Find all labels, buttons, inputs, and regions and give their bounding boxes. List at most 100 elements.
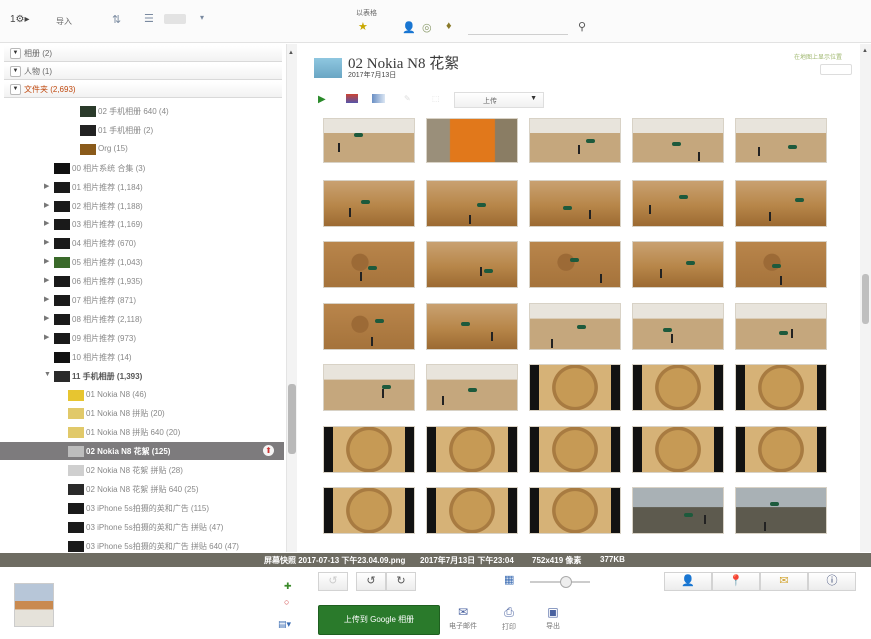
scroll-up-icon[interactable]: ▲ (288, 50, 296, 58)
blog-icon[interactable]: ✎ (404, 94, 411, 103)
expand-arrow-icon[interactable]: ▼ (44, 371, 51, 378)
expand-arrow-icon[interactable]: ▶ (44, 314, 49, 322)
photo-thumbnail[interactable] (529, 179, 621, 227)
photo-thumbnail[interactable] (323, 241, 415, 288)
photo-thumbnail[interactable] (323, 425, 415, 473)
chevron-down-icon[interactable]: ▾ (200, 13, 204, 22)
photo-thumbnail[interactable] (323, 302, 415, 350)
expand-arrow-icon[interactable]: ▶ (44, 333, 49, 341)
folder-row[interactable]: 02 Nokia N8 花絮 (125) ⬆ (0, 442, 284, 461)
search-input[interactable] (468, 22, 568, 35)
section-folders[interactable]: ▼ 文件夹 (2,693) (4, 82, 282, 98)
photo-thumbnail[interactable] (735, 364, 827, 411)
rotate-right-button[interactable]: ↻ (386, 572, 416, 591)
folder-row[interactable]: 02 手机相册 640 (4) (0, 102, 284, 120)
tag-button[interactable]: ✉ (760, 572, 808, 591)
photo-thumbnail[interactable] (529, 241, 621, 288)
expand-arrow-icon[interactable]: ▶ (44, 276, 49, 284)
thumbnail-size-slider[interactable] (164, 14, 186, 24)
folder-row[interactable]: ▶ 07 相片推荐 (871) (0, 291, 284, 309)
photo-thumbnail[interactable] (632, 425, 724, 473)
folder-row[interactable]: 03 iPhone 5s拍摄的英和广告 拼贴 (47) (0, 518, 284, 536)
expand-arrow-icon[interactable]: ▶ (44, 182, 49, 190)
photo-thumbnail[interactable] (735, 425, 827, 473)
video-filter-icon[interactable]: ◎ (422, 21, 432, 34)
folder-row[interactable]: Org (15) (0, 140, 284, 158)
import-button[interactable]: 导入 (56, 16, 72, 27)
clear-tray-icon[interactable]: ○ (284, 597, 289, 607)
photo-thumbnail[interactable] (323, 487, 415, 534)
add-to-album-icon[interactable]: ▤▾ (278, 619, 291, 630)
photo-thumbnail[interactable] (735, 487, 827, 534)
folder-row[interactable]: 01 Nokia N8 拼贴 640 (20) (0, 423, 284, 441)
star-filter-icon[interactable]: ★ (358, 20, 368, 33)
photo-thumbnail[interactable] (735, 118, 827, 163)
folder-row[interactable]: 02 Nokia N8 花絮 拼贴 640 (25) (0, 480, 284, 498)
photo-thumbnail[interactable] (735, 179, 827, 227)
folder-row[interactable]: 03 iPhone 5s拍摄的英和广告 (115) (0, 499, 284, 517)
folder-row[interactable]: ▶ 04 相片推荐 (670) (0, 234, 284, 252)
expand-arrow-icon[interactable]: ▼ (10, 84, 21, 95)
upload-status-icon[interactable]: ⬆ (263, 445, 274, 457)
scroll-up-icon[interactable]: ▲ (862, 48, 868, 54)
main-scroll-thumb[interactable] (862, 274, 869, 324)
folder-row[interactable]: 00 相片系统 合集 (3) (0, 159, 284, 177)
photo-thumbnail[interactable] (632, 179, 724, 227)
photo-thumbnail[interactable] (529, 118, 621, 163)
folder-row[interactable]: ▶ 02 相片推荐 (1,188) (0, 197, 284, 215)
folder-row[interactable]: ▶ 01 相片推荐 (1,184) (0, 178, 284, 196)
folder-row[interactable]: 03 iPhone 5s拍摄的英和广告 拼贴 640 (47) (0, 537, 284, 552)
expand-arrow-icon[interactable]: ▼ (10, 66, 21, 77)
photo-thumbnail[interactable] (323, 118, 415, 163)
folder-row[interactable]: ▶ 05 相片推荐 (1,043) (0, 253, 284, 271)
photo-thumbnail[interactable] (632, 487, 724, 534)
folder-row[interactable]: 10 相片推荐 (14) (0, 348, 284, 366)
sidebar-scrollbar[interactable]: ▲ (286, 44, 297, 552)
sort-icon[interactable]: ⇅ (112, 13, 121, 26)
export-button[interactable]: ▣ 导出 (538, 605, 568, 631)
photo-thumbnail[interactable] (323, 179, 415, 227)
folder-row[interactable]: 01 手机相册 (2) (0, 121, 284, 139)
pin-tray-icon[interactable]: ✚ (284, 581, 292, 592)
map-toggle-button[interactable] (820, 64, 852, 75)
photo-thumbnail[interactable] (426, 179, 518, 227)
show-on-map-link[interactable]: 在地图上显示位置 (794, 52, 842, 61)
photo-thumbnail[interactable] (529, 302, 621, 350)
photo-thumbnail[interactable] (323, 364, 415, 411)
location-button[interactable]: 📍 (712, 572, 760, 591)
expand-arrow-icon[interactable]: ▶ (44, 238, 49, 246)
rotate-left-button[interactable]: ↺ (356, 572, 386, 591)
photo-thumbnail[interactable] (426, 302, 518, 350)
expand-arrow-icon[interactable]: ▶ (44, 257, 49, 265)
photo-thumbnail[interactable] (632, 241, 724, 288)
size-slider-handle[interactable] (560, 576, 572, 588)
photo-thumbnail[interactable] (426, 425, 518, 473)
location-filter-icon[interactable]: ♦ (446, 20, 452, 32)
selected-photo-thumb[interactable] (14, 583, 54, 627)
collage-icon[interactable] (346, 94, 358, 103)
rotate-disabled-button[interactable]: ↺ (318, 572, 348, 591)
sidebar-scroll-thumb[interactable] (288, 384, 296, 454)
photo-thumbnail[interactable] (529, 364, 621, 411)
photo-thumbnail[interactable] (426, 241, 518, 288)
upload-dropdown[interactable]: 上传 ▼ (454, 92, 544, 108)
email-button[interactable]: ✉ 电子邮件 (448, 605, 478, 631)
photo-thumbnail[interactable] (426, 118, 518, 163)
expand-arrow-icon[interactable]: ▶ (44, 219, 49, 227)
main-scrollbar[interactable]: ▲ (860, 44, 871, 552)
photo-thumbnail[interactable] (735, 302, 827, 350)
expand-arrow-icon[interactable]: ▶ (44, 201, 49, 209)
share-icon[interactable]: ⬚ (432, 94, 440, 103)
expand-arrow-icon[interactable]: ▶ (44, 295, 49, 303)
list-view-icon[interactable]: ☰ (144, 12, 154, 25)
photo-thumbnail[interactable] (529, 487, 621, 534)
folder-row[interactable]: 01 Nokia N8 拼贴 (20) (0, 404, 284, 422)
info-button[interactable]: ⓘ (808, 572, 856, 591)
photo-thumbnail[interactable] (529, 425, 621, 473)
folder-row[interactable]: ▼ 11 手机相册 (1,393) (0, 367, 284, 385)
photo-thumbnail[interactable] (632, 118, 724, 163)
folder-row[interactable]: 01 Nokia N8 (46) (0, 386, 284, 404)
person-filter-icon[interactable]: 👤 (402, 21, 416, 34)
movie-icon[interactable] (372, 94, 385, 103)
photo-thumbnail[interactable] (426, 487, 518, 534)
